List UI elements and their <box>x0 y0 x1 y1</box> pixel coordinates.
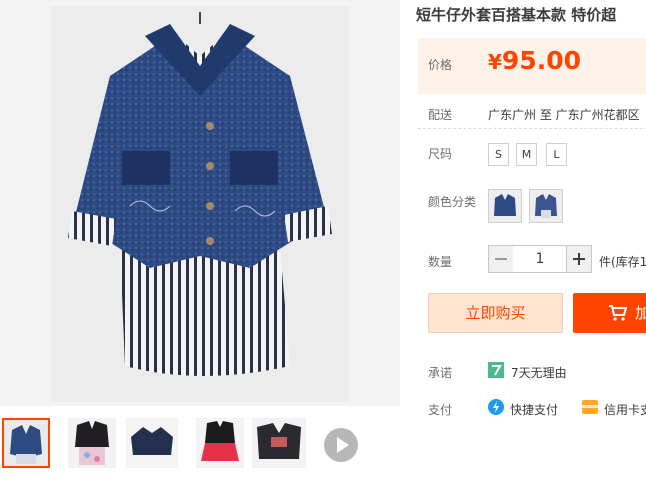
denim-jacket-swatch-icon <box>489 190 521 222</box>
denim-jacket-thumb-icon <box>4 420 48 466</box>
outfit-detail-thumb-icon <box>253 419 305 467</box>
price-label: 价格 <box>428 58 453 72</box>
payment-label: 支付 <box>428 403 453 417</box>
thumbnail-3[interactable] <box>126 418 178 468</box>
cart-icon <box>609 305 627 321</box>
thumbnail-2[interactable] <box>68 418 116 468</box>
quantity-input[interactable] <box>513 245 567 273</box>
payment-method-credit[interactable]: 信用卡支 <box>604 401 646 418</box>
product-title: 短牛仔外套百搭基本款 特价超 <box>416 6 617 24</box>
thumbnail-5[interactable] <box>252 418 306 468</box>
price-amount: 95.00 <box>501 46 581 75</box>
lightning-icon <box>493 401 499 413</box>
seven-glyph-icon <box>492 365 502 376</box>
product-info-panel: 短牛仔外套百搭基本款 特价超 价格 ¥95.00 配送 广东广州 至 广东广州花… <box>416 0 646 483</box>
quantity-increase-button[interactable] <box>566 245 592 273</box>
buy-now-button[interactable]: 立即购买 <box>428 293 563 333</box>
payment-method-quick[interactable]: 快捷支付 <box>510 401 558 418</box>
quantity-decrease-button[interactable] <box>488 245 514 273</box>
dark-jacket-thumb-icon <box>127 419 177 467</box>
size-option-m[interactable]: M <box>516 143 537 166</box>
add-to-cart-button[interactable]: 加 <box>573 293 646 333</box>
thumbnail-1[interactable] <box>2 418 50 468</box>
denim-jacket-swatch-icon <box>530 190 562 222</box>
currency-symbol: ¥ <box>488 50 502 74</box>
color-category-label: 颜色分类 <box>428 195 477 209</box>
color-option-1[interactable] <box>488 189 522 223</box>
price-box: 价格 ¥95.00 <box>418 38 646 94</box>
black-jacket-floral-thumb-icon <box>69 419 115 467</box>
shipping-destination[interactable]: 广东广州 至 广东广州花都区 <box>488 106 640 123</box>
size-option-s[interactable]: S <box>488 143 509 166</box>
red-skirt-thumb-icon <box>197 419 243 467</box>
shipping-label: 配送 <box>428 108 453 122</box>
quick-pay-icon <box>488 399 504 415</box>
credit-card-icon <box>582 400 598 414</box>
promise-label: 承诺 <box>428 366 453 380</box>
add-to-cart-label: 加 <box>635 304 646 322</box>
stock-info: 件(库存1 <box>599 255 646 269</box>
main-product-image[interactable] <box>0 0 400 406</box>
divider <box>418 128 646 129</box>
card-stripe-icon <box>582 405 598 408</box>
main-photo-frame <box>50 6 350 402</box>
denim-jacket-photo-icon <box>50 6 350 402</box>
color-option-2[interactable] <box>529 189 563 223</box>
seven-days-return-icon <box>488 362 504 378</box>
quantity-label: 数量 <box>428 255 453 269</box>
promise-text[interactable]: 7天无理由 <box>511 364 567 381</box>
size-option-l[interactable]: L <box>546 143 567 166</box>
price-value: ¥95.00 <box>488 46 581 75</box>
thumbnail-4[interactable] <box>196 418 244 468</box>
product-gallery <box>0 0 405 483</box>
play-next-icon[interactable] <box>324 428 358 462</box>
thumbnail-strip <box>0 418 405 473</box>
size-label: 尺码 <box>428 147 453 161</box>
